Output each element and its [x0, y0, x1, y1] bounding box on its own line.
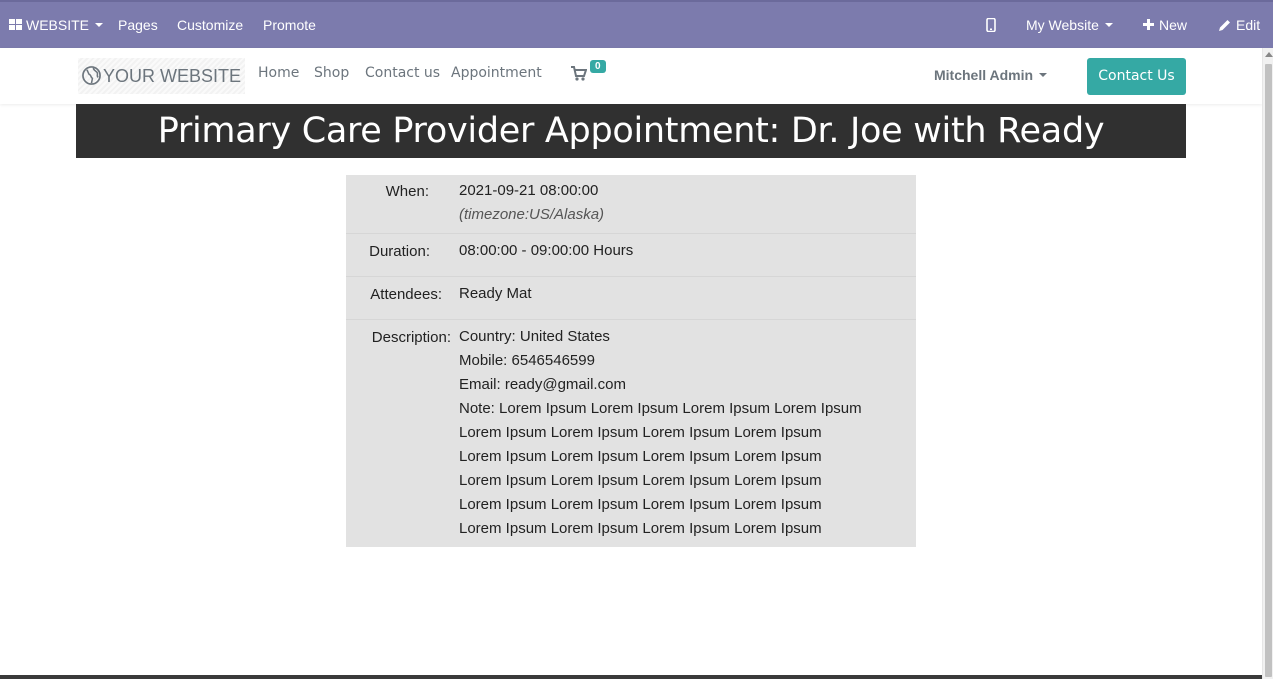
page-scrollbar[interactable] [1262, 48, 1273, 679]
description-line: Lorem Ipsum Lorem Ipsum Lorem Ipsum Lore… [459, 448, 822, 465]
description-line: Note: Lorem Ipsum Lorem Ipsum Lorem Ipsu… [459, 400, 862, 417]
nav-appointment[interactable]: Appointment [451, 65, 542, 81]
attendees-label: Attendees: [370, 286, 442, 303]
chevron-down-icon [95, 23, 104, 28]
duration-value: 08:00:00 - 09:00:00 Hours [459, 242, 634, 259]
edit-page-button[interactable]: Edit [1219, 2, 1260, 48]
user-menu[interactable]: Mitchell Admin [934, 67, 1048, 83]
detail-row-duration: Duration: 08:00:00 - 09:00:00 Hours [346, 233, 916, 276]
attendees-value: Ready Mat [459, 285, 532, 302]
plus-icon [1143, 19, 1154, 31]
duration-label: Duration: [369, 243, 430, 260]
logo-text: YOUR WEBSITE [103, 66, 242, 86]
description-label: Description: [371, 329, 451, 346]
description-line: Lorem Ipsum Lorem Ipsum Lorem Ipsum Lore… [459, 520, 822, 537]
my-website-switcher[interactable]: My Website [1026, 2, 1113, 48]
website-editor-bar: WEBSITE Pages Customize Promote My Websi… [0, 0, 1273, 48]
cart-link[interactable]: 0 [571, 60, 606, 86]
when-value-block: 2021-09-21 08:00:00 (timezone:US/Alaska) [459, 179, 909, 227]
website-apps-menu[interactable]: WEBSITE [9, 2, 104, 48]
scrollbar-thumb[interactable] [1265, 64, 1272, 677]
detail-row-when: When: 2021-09-21 08:00:00 (timezone:US/A… [346, 175, 916, 233]
detail-row-attendees: Attendees: Ready Mat [346, 276, 916, 319]
description-line: Lorem Ipsum Lorem Ipsum Lorem Ipsum Lore… [459, 472, 822, 489]
description-line: Email: ready@gmail.com [459, 376, 626, 393]
nav-shop[interactable]: Shop [314, 65, 349, 81]
chevron-down-icon [1039, 73, 1048, 78]
nav-contact-us[interactable]: Contact us [365, 65, 440, 81]
new-content-button[interactable]: New [1143, 2, 1187, 48]
new-label: New [1159, 17, 1188, 33]
site-header: YOUR WEBSITE Home Shop Contact us Appoin… [0, 48, 1262, 104]
description-line: Lorem Ipsum Lorem Ipsum Lorem Ipsum Lore… [459, 496, 822, 513]
promote-menu[interactable]: Promote [263, 2, 316, 48]
customize-menu[interactable]: Customize [177, 2, 243, 48]
mobile-preview-button[interactable] [986, 2, 996, 48]
appointment-details-table: When: 2021-09-21 08:00:00 (timezone:US/A… [346, 175, 916, 547]
edit-label: Edit [1236, 17, 1261, 33]
footer-edge [0, 675, 1262, 679]
page-title: Primary Care Provider Appointment: Dr. J… [76, 104, 1186, 158]
when-label: When: [385, 183, 429, 200]
description-value: Country: United States Mobile: 654654659… [459, 325, 909, 541]
description-line: Country: United States [459, 328, 610, 345]
site-logo[interactable]: YOUR WEBSITE [78, 58, 246, 94]
detail-row-description: Description: Country: United States Mobi… [346, 319, 916, 547]
user-name: Mitchell Admin [934, 67, 1034, 83]
contact-us-button[interactable]: Contact Us [1087, 58, 1186, 95]
timezone-value: (timezone:US/Alaska) [459, 206, 605, 223]
description-line: Lorem Ipsum Lorem Ipsum Lorem Ipsum Lore… [459, 424, 822, 441]
apps-grid-icon [9, 19, 22, 31]
shopping-cart-icon [571, 66, 588, 81]
chevron-down-icon [1104, 23, 1113, 28]
when-value: 2021-09-21 08:00:00 [459, 182, 599, 199]
description-line: Mobile: 6546546599 [459, 352, 595, 369]
my-website-label: My Website [1026, 17, 1099, 33]
pencil-icon [1219, 19, 1230, 31]
website-menu-label: WEBSITE [26, 17, 90, 33]
nav-home[interactable]: Home [258, 65, 299, 81]
mobile-phone-icon [986, 17, 996, 33]
scroll-up-arrow-icon[interactable] [1265, 52, 1273, 57]
pages-menu[interactable]: Pages [118, 2, 158, 48]
globe-icon [82, 66, 101, 86]
cart-count-badge: 0 [590, 60, 606, 73]
